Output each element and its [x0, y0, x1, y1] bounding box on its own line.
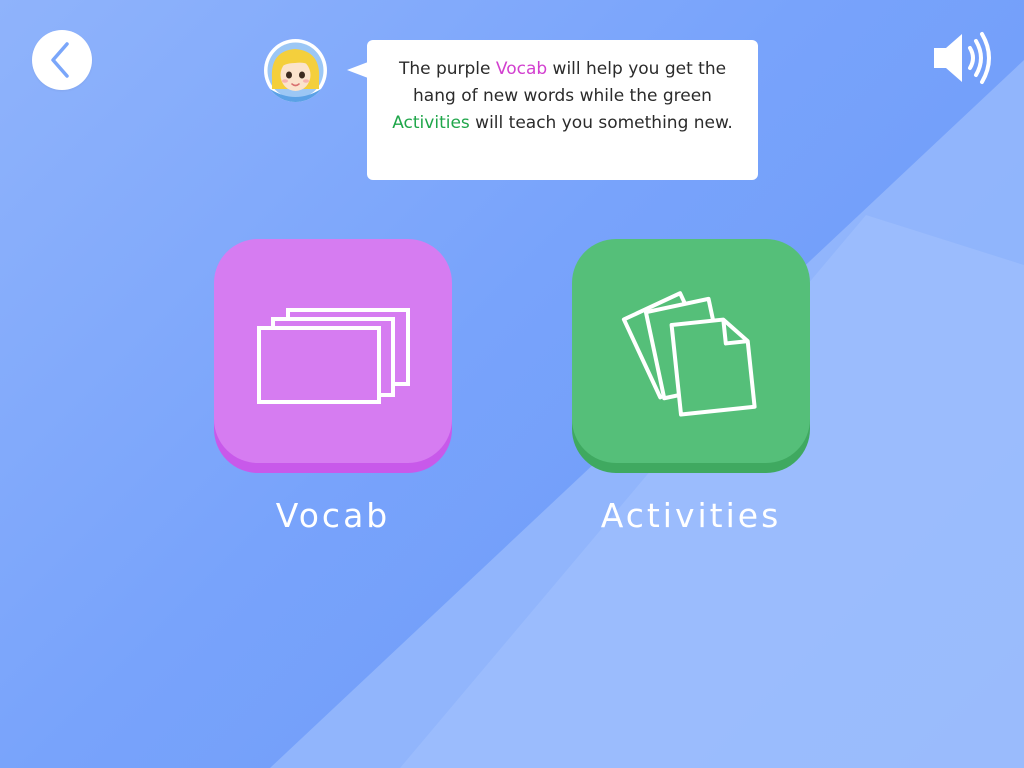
back-button[interactable] — [32, 30, 92, 90]
bubble-vocab-word: Vocab — [495, 59, 548, 79]
speaker-volume-icon — [934, 32, 991, 84]
chevron-left-icon — [51, 42, 69, 78]
bubble-activities-word: Activities — [392, 113, 470, 133]
speech-bubble: The purple Vocab will help you get the h… — [367, 40, 758, 180]
speech-bubble-tail — [347, 62, 368, 78]
bubble-text-part3: will teach you something new. — [469, 113, 733, 133]
activities-label[interactable]: Activities — [561, 496, 821, 535]
vocab-label[interactable]: Vocab — [203, 496, 463, 535]
flashcards-icon — [257, 308, 410, 404]
bubble-text-part1: The purple — [398, 59, 496, 79]
activities-button[interactable] — [572, 239, 810, 473]
girl-avatar-icon — [267, 42, 324, 102]
sound-button[interactable] — [930, 28, 996, 88]
papers-icon — [621, 291, 757, 417]
vocab-button[interactable] — [214, 239, 452, 473]
narrator-avatar — [264, 39, 327, 102]
